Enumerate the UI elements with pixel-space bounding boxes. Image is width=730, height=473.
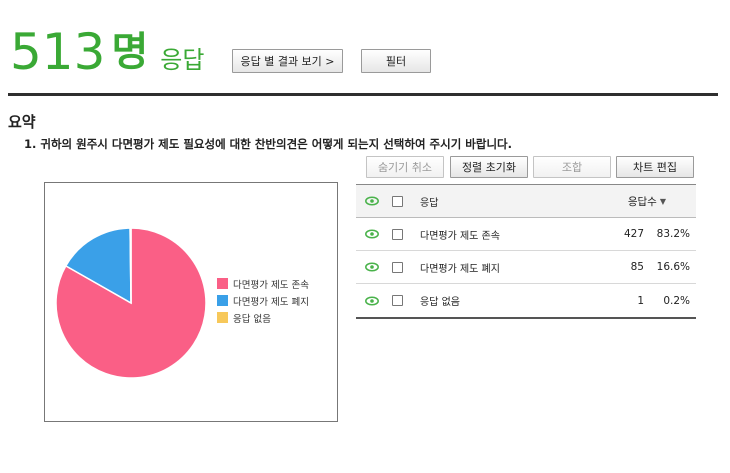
answer-count: 85 bbox=[630, 261, 644, 273]
answer-label: 다면평가 제도 존속 bbox=[420, 230, 500, 242]
answer-percent: 0.2% bbox=[663, 294, 690, 307]
pie-chart bbox=[55, 227, 207, 379]
legend-label: 다면평가 제도 폐지 bbox=[233, 296, 309, 308]
legend-label: 응답 없음 bbox=[233, 313, 271, 325]
results-table: 응답 응답수 ▼ 다면평가 제도 존속 427 83.2% 다면평가 제도 폐지… bbox=[356, 184, 696, 319]
count-column-header[interactable]: 응답수 ▼ bbox=[628, 194, 666, 209]
answer-column-header[interactable]: 응답 bbox=[420, 194, 628, 209]
response-label: 응답 bbox=[160, 46, 205, 74]
row-checkbox[interactable] bbox=[392, 261, 403, 273]
header-divider bbox=[8, 93, 718, 96]
sort-reset-button[interactable]: 정렬 초기화 bbox=[450, 156, 528, 178]
question-text: 1. 귀하의 원주시 다면평가 제도 필요성에 대한 찬반의견은 어떻게 되는지… bbox=[24, 137, 512, 151]
table-row: 응답 없음 1 0.2% bbox=[356, 284, 696, 317]
eye-icon[interactable] bbox=[364, 196, 380, 206]
combine-button[interactable]: 조합 bbox=[533, 156, 611, 178]
table-row: 다면평가 제도 존속 427 83.2% bbox=[356, 218, 696, 251]
view-results-by-response-button[interactable]: 응답 별 결과 보기 > bbox=[232, 49, 343, 73]
eye-icon[interactable] bbox=[364, 229, 380, 239]
answer-percent: 83.2% bbox=[656, 228, 690, 240]
summary-title: 요약 bbox=[8, 113, 36, 131]
legend-item: 다면평가 제도 폐지 bbox=[217, 292, 309, 309]
row-checkbox[interactable] bbox=[392, 295, 403, 306]
table-header-row: 응답 응답수 ▼ bbox=[356, 185, 696, 218]
legend-swatch bbox=[217, 278, 228, 289]
sort-down-icon: ▼ bbox=[659, 196, 666, 206]
filter-button[interactable]: 필터 bbox=[361, 49, 431, 73]
legend-label: 다면평가 제도 존속 bbox=[233, 279, 309, 291]
answer-label: 다면평가 제도 폐지 bbox=[420, 263, 500, 275]
chart-edit-button[interactable]: 차트 편집 bbox=[616, 156, 694, 178]
select-all-checkbox[interactable] bbox=[392, 195, 403, 207]
legend-swatch bbox=[217, 295, 228, 306]
answer-count: 1 bbox=[637, 294, 644, 307]
count-column-label: 응답수 bbox=[627, 195, 657, 208]
answer-label: 응답 없음 bbox=[420, 297, 460, 308]
response-count-unit: 명 bbox=[111, 29, 149, 75]
hide-cancel-button[interactable]: 숨기기 취소 bbox=[366, 156, 444, 178]
legend-item: 응답 없음 bbox=[217, 309, 309, 326]
eye-icon[interactable] bbox=[364, 262, 380, 272]
response-count: 513 bbox=[10, 23, 106, 81]
eye-icon[interactable] bbox=[364, 295, 380, 306]
table-row: 다면평가 제도 폐지 85 16.6% bbox=[356, 251, 696, 284]
answer-percent: 16.6% bbox=[656, 261, 690, 273]
legend-item: 다면평가 제도 존속 bbox=[217, 275, 309, 292]
legend-swatch bbox=[217, 312, 228, 323]
answer-count: 427 bbox=[623, 228, 644, 240]
pie-slice-3[interactable] bbox=[129, 227, 132, 304]
response-header: 513 명 응답 bbox=[10, 18, 204, 80]
chart-legend: 다면평가 제도 존속 다면평가 제도 폐지 응답 없음 bbox=[217, 275, 309, 326]
row-checkbox[interactable] bbox=[392, 228, 403, 240]
pie-chart-panel: 다면평가 제도 존속 다면평가 제도 폐지 응답 없음 bbox=[44, 182, 338, 422]
